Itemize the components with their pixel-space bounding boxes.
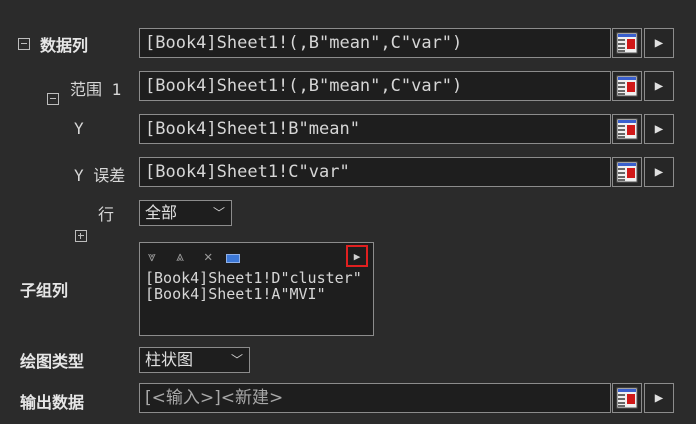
y-picker-button[interactable] [612, 114, 642, 144]
output-arrow-button[interactable]: ▶ [644, 383, 674, 413]
move-up-icon[interactable]: ⩓ [176, 249, 184, 265]
right-arrow-icon: ▶ [654, 121, 664, 137]
right-arrow-icon: ▶ [654, 164, 664, 180]
y-error-field[interactable]: [Book4]Sheet1!C"var" [139, 157, 611, 187]
expand-rows-icon[interactable] [75, 230, 87, 242]
rows-select[interactable]: 全部 ﹀ [139, 200, 232, 226]
output-field[interactable]: [<输入>]<新建> [139, 383, 611, 413]
plot-type-selected-value: 柱状图 [145, 350, 194, 369]
data-columns-picker-button[interactable] [612, 28, 642, 58]
range1-field[interactable]: [Book4]Sheet1!(,B"mean",C"var") [139, 71, 611, 101]
right-arrow-icon: ▶ [654, 390, 664, 406]
data-columns-arrow-button[interactable]: ▶ [644, 28, 674, 58]
range1-arrow-button[interactable]: ▶ [644, 71, 674, 101]
output-picker-button[interactable] [612, 383, 642, 413]
range1-label: 范围 1 [70, 80, 122, 99]
rows-label: 行 [98, 205, 115, 224]
plot-type-label: 绘图类型 [20, 352, 85, 371]
chevron-down-icon: ﹀ [212, 206, 225, 220]
y-error-label: Y 误差 [74, 166, 126, 185]
y-arrow-button[interactable]: ▶ [644, 114, 674, 144]
table-picker-icon [616, 161, 638, 183]
chevron-down-icon: ﹀ [230, 353, 243, 367]
y-field[interactable]: [Book4]Sheet1!B"mean" [139, 114, 611, 144]
table-picker-icon [616, 75, 638, 97]
data-columns-field[interactable]: [Book4]Sheet1!(,B"mean",C"var") [139, 28, 611, 58]
y-error-picker-button[interactable] [612, 157, 642, 187]
subgroup-listbox[interactable]: ⩔ ⩓ ✕ ▶ [Book4]Sheet1!D"cluster" [Book4]… [139, 242, 374, 336]
move-down-icon[interactable]: ⩔ [148, 249, 156, 265]
table-picker-icon [616, 118, 638, 140]
table-picker-icon [616, 32, 638, 54]
rows-selected-value: 全部 [145, 203, 178, 222]
list-item[interactable]: [Book4]Sheet1!D"cluster" [145, 270, 362, 286]
y-label: Y [74, 119, 84, 138]
range1-picker-button[interactable] [612, 71, 642, 101]
data-columns-label: 数据列 [40, 36, 89, 55]
right-arrow-icon: ▶ [654, 35, 664, 51]
output-label: 输出数据 [20, 393, 85, 412]
collapse-range-icon[interactable] [47, 93, 59, 105]
expand-arrow-icon: ▶ [353, 249, 361, 263]
collapse-icon[interactable] [18, 38, 30, 50]
subgroup-label: 子组列 [20, 281, 69, 300]
clear-icon[interactable] [226, 254, 240, 263]
table-picker-icon [616, 387, 638, 409]
list-item[interactable]: [Book4]Sheet1!A"MVI" [145, 286, 326, 302]
remove-icon[interactable]: ✕ [204, 249, 212, 265]
y-error-arrow-button[interactable]: ▶ [644, 157, 674, 187]
plot-type-select[interactable]: 柱状图 ﹀ [139, 347, 250, 373]
right-arrow-icon: ▶ [654, 78, 664, 94]
expand-arrow-button[interactable]: ▶ [346, 245, 368, 267]
